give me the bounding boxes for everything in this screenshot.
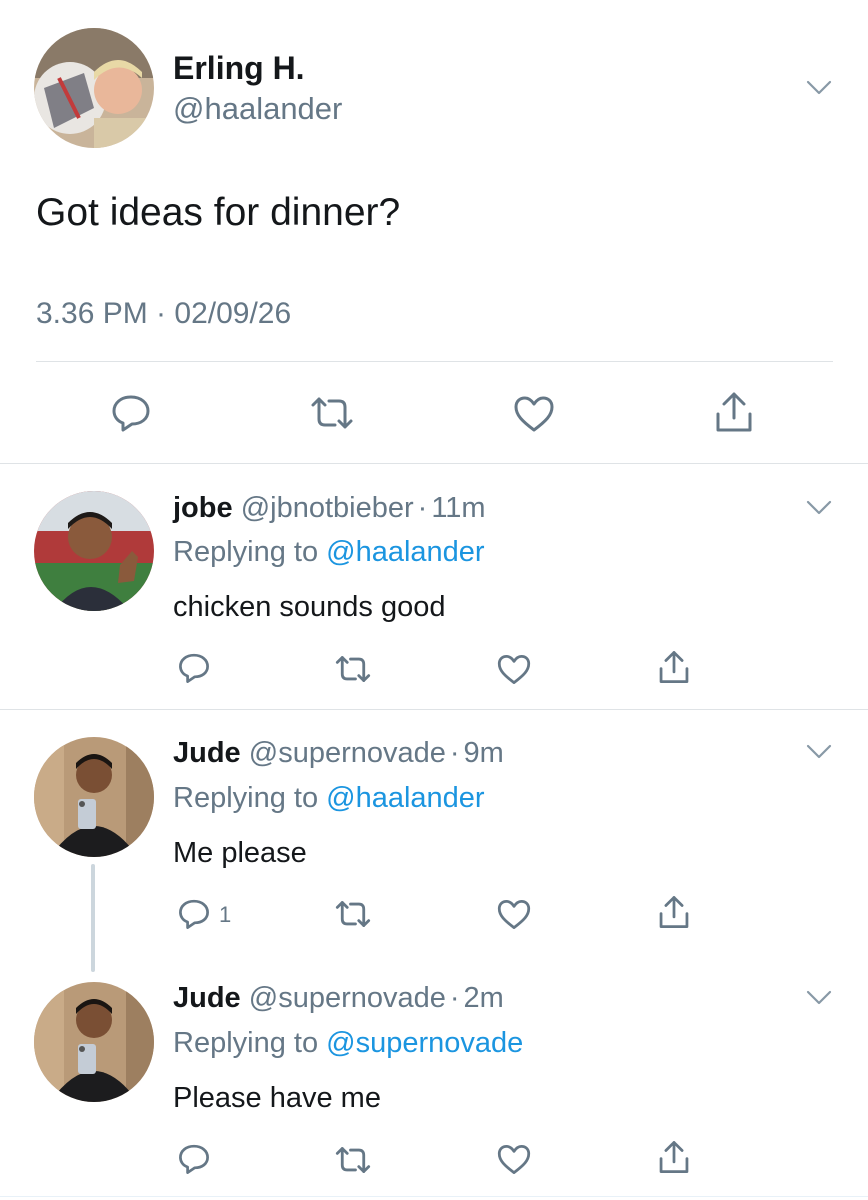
reply-handle[interactable]: @supernovade xyxy=(249,982,446,1014)
reply-button[interactable] xyxy=(177,1143,211,1175)
like-icon xyxy=(497,900,531,929)
share-icon xyxy=(659,896,689,928)
reply-text: Me please xyxy=(173,837,307,869)
retweet-icon xyxy=(335,656,371,682)
retweet-button[interactable] xyxy=(334,1145,372,1175)
tweet-timestamp[interactable]: 3.36 PM · 02/09/26 xyxy=(36,297,291,331)
retweet-button[interactable] xyxy=(334,654,372,684)
reply-button[interactable] xyxy=(177,898,211,930)
share-button[interactable] xyxy=(657,1139,691,1175)
reply-handle[interactable]: @jbnotbieber xyxy=(241,492,414,524)
avatar-jobe[interactable] xyxy=(34,491,154,611)
reply-display-name[interactable]: jobe xyxy=(173,492,233,524)
like-icon xyxy=(497,655,531,684)
reply-header: jobe @jbnotbieber · 11m xyxy=(173,492,486,525)
reply-handle[interactable]: @supernovade xyxy=(249,737,446,769)
chevron-down-icon[interactable] xyxy=(806,990,832,1006)
separator-dot: · xyxy=(417,492,428,524)
share-icon xyxy=(659,651,689,683)
avatar-image xyxy=(34,982,154,1102)
reply-icon xyxy=(112,395,150,432)
replying-to-line: Replying to @supernovade xyxy=(173,1027,523,1060)
thread-line xyxy=(91,864,95,972)
like-button[interactable] xyxy=(496,1143,532,1176)
chevron-down-icon[interactable] xyxy=(806,744,832,760)
reply-button[interactable] xyxy=(110,393,152,433)
reply-count: 1 xyxy=(219,902,232,927)
reply-text: chicken sounds good xyxy=(173,591,446,623)
replying-to-line: Replying to @haalander xyxy=(173,536,485,569)
replying-to-label: Replying to xyxy=(173,782,319,814)
reply-icon xyxy=(179,1144,209,1174)
avatar-erling[interactable] xyxy=(34,28,154,148)
retweet-icon xyxy=(335,901,371,927)
like-icon xyxy=(497,1145,531,1174)
share-icon xyxy=(659,1141,689,1173)
share-button[interactable] xyxy=(657,894,691,930)
divider xyxy=(0,1196,868,1197)
reply-icon xyxy=(179,653,209,683)
reply-display-name[interactable]: Jude xyxy=(173,737,241,769)
reply-time[interactable]: 11m xyxy=(431,492,485,524)
reply-header: Jude @supernovade · 9m xyxy=(173,737,504,770)
reply-text: Please have me xyxy=(173,1082,381,1114)
like-icon xyxy=(514,396,554,432)
share-button[interactable] xyxy=(657,649,691,685)
reply-time[interactable]: 9m xyxy=(464,737,504,769)
share-button[interactable] xyxy=(713,390,755,434)
share-icon xyxy=(716,392,752,432)
retweet-icon xyxy=(311,397,353,429)
chevron-down-icon[interactable] xyxy=(806,80,832,96)
avatar-image xyxy=(34,28,154,148)
tweet-text: Got ideas for dinner? xyxy=(36,191,401,234)
divider xyxy=(0,463,868,464)
like-button[interactable] xyxy=(496,898,532,931)
reply-display-name[interactable]: Jude xyxy=(173,982,241,1014)
replying-to-line: Replying to @haalander xyxy=(173,782,485,815)
replying-to-label: Replying to xyxy=(173,536,319,568)
replying-to-label: Replying to xyxy=(173,1027,319,1059)
replying-to-link[interactable]: @supernovade xyxy=(326,1027,523,1059)
chevron-down-icon[interactable] xyxy=(806,500,832,516)
divider xyxy=(0,709,868,710)
author-handle[interactable]: @haalander xyxy=(173,91,342,127)
retweet-icon xyxy=(335,1147,371,1173)
reply-header: Jude @supernovade · 2m xyxy=(173,982,504,1015)
reply-icon xyxy=(179,899,209,929)
avatar-image xyxy=(34,491,154,611)
like-button[interactable] xyxy=(512,394,556,434)
like-button[interactable] xyxy=(496,653,532,686)
reply-time[interactable]: 2m xyxy=(464,982,504,1014)
retweet-button[interactable] xyxy=(334,899,372,929)
author-display-name[interactable]: Erling H. xyxy=(173,50,305,87)
separator-dot: · xyxy=(449,737,460,769)
avatar-jude[interactable] xyxy=(34,982,154,1102)
avatar-jude[interactable] xyxy=(34,737,154,857)
replying-to-link[interactable]: @haalander xyxy=(326,782,484,814)
separator-dot: · xyxy=(449,982,460,1014)
reply-button[interactable] xyxy=(177,652,211,684)
retweet-button[interactable] xyxy=(309,395,355,431)
divider xyxy=(36,361,833,362)
avatar-image xyxy=(34,737,154,857)
replying-to-link[interactable]: @haalander xyxy=(326,536,484,568)
